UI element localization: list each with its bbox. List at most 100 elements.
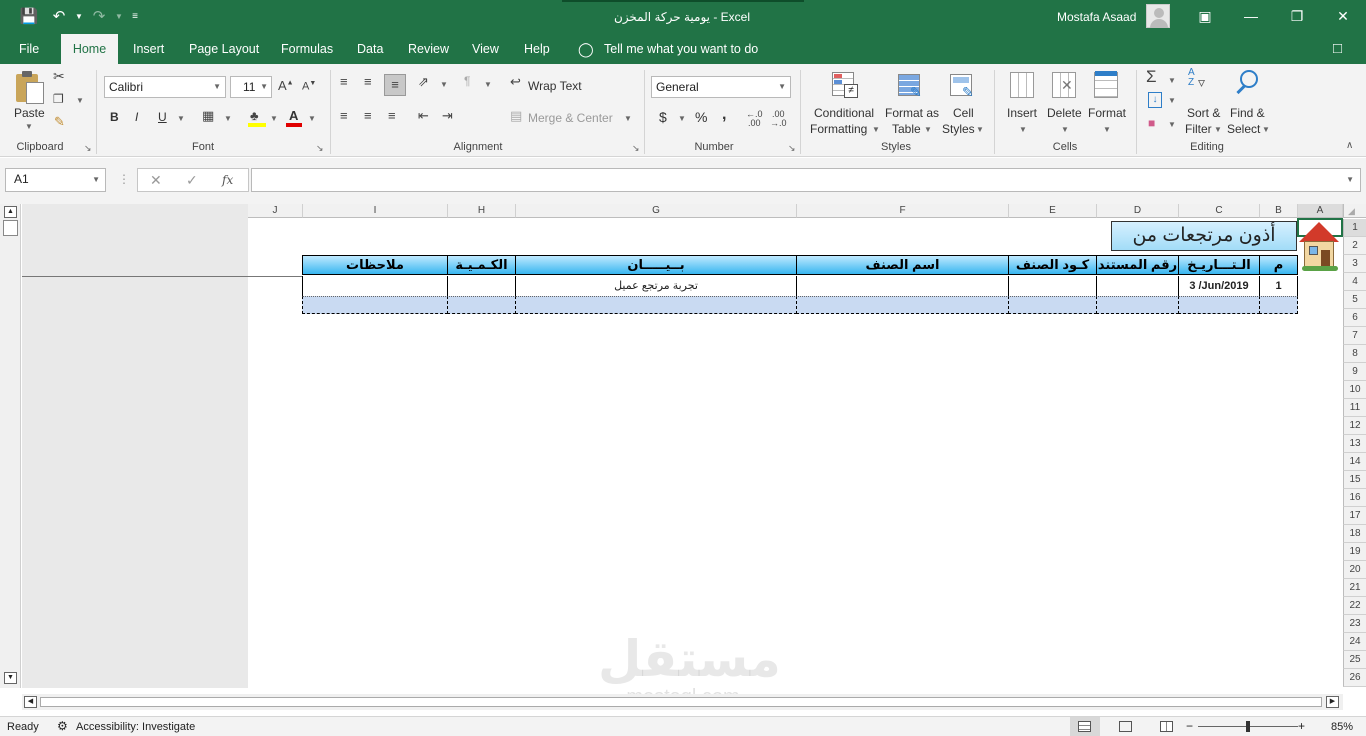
borders-icon[interactable]: ▦ (202, 108, 214, 124)
cell-desc-r5[interactable] (515, 296, 797, 314)
tab-review[interactable]: Review (398, 34, 459, 64)
align-bottom-icon[interactable]: ≡ (384, 74, 406, 96)
column-header-b[interactable]: B (1260, 204, 1298, 218)
page-break-view-icon[interactable] (1160, 721, 1173, 732)
row-header-15[interactable]: 15 (1343, 471, 1366, 489)
increase-decimal-icon[interactable]: ←.0.00 (746, 110, 763, 128)
font-size-dropdown-icon[interactable]: ▼ (260, 77, 268, 97)
comments-icon[interactable]: □ (1333, 40, 1342, 57)
cell-item-code-r5[interactable] (1008, 296, 1097, 314)
format-cells-dropdown-icon[interactable]: ▼ (1103, 125, 1111, 134)
formula-input[interactable]: ▼ (251, 168, 1361, 192)
cut-icon[interactable]: ✂ (53, 68, 65, 85)
cell-styles-dropdown-icon[interactable]: ▼ (976, 125, 984, 134)
column-header-h[interactable]: H (448, 204, 516, 218)
undo-dropdown-icon[interactable]: ▼ (68, 7, 90, 27)
cell-item-name-r4[interactable] (796, 276, 1009, 296)
cell-styles-button[interactable]: Cell (953, 106, 974, 120)
orientation-icon[interactable]: ⇗ (418, 74, 429, 90)
zoom-level[interactable]: 85% (1331, 721, 1353, 733)
autosum-icon[interactable]: Σ (1146, 67, 1157, 87)
underline-button[interactable]: U (158, 110, 167, 124)
normal-view-icon[interactable] (1070, 717, 1100, 736)
row-header-4[interactable]: 4 (1343, 273, 1366, 291)
conditional-formatting-button[interactable]: Conditional (814, 106, 874, 120)
house-icon[interactable] (1296, 218, 1342, 274)
format-as-table-dropdown-icon[interactable]: ▼ (924, 125, 932, 134)
conditional-formatting-icon[interactable]: ≠ (832, 70, 860, 100)
row-header-19[interactable]: 19 (1343, 543, 1366, 561)
orientation-dropdown-icon[interactable]: ▼ (440, 80, 448, 89)
find-select-icon[interactable] (1234, 70, 1262, 98)
font-launcher-icon[interactable]: ↘ (316, 143, 324, 154)
cell-no-r4[interactable]: 1 (1259, 276, 1298, 296)
conditional-formatting-dropdown-icon[interactable]: ▼ (872, 125, 880, 134)
align-right-icon[interactable]: ≡ (388, 108, 396, 123)
cell-doc-no-r4[interactable] (1096, 276, 1179, 296)
scroll-left-icon[interactable]: ◀ (24, 696, 37, 708)
tell-me-search[interactable]: Tell me what you want to do (594, 34, 768, 64)
decrease-decimal-icon[interactable]: .00 →.0 (770, 110, 787, 128)
column-header-c[interactable]: C (1179, 204, 1260, 218)
merge-dropdown-icon[interactable]: ▼ (624, 114, 632, 123)
percent-button[interactable]: % (695, 109, 707, 125)
avatar[interactable] (1146, 4, 1170, 28)
column-header-i[interactable]: I (303, 204, 448, 218)
column-header-a[interactable]: A (1298, 204, 1343, 218)
tab-page-layout[interactable]: Page Layout (179, 34, 269, 64)
header-desc[interactable]: بــيـــــان (515, 255, 797, 275)
clipboard-launcher-icon[interactable]: ↘ (84, 143, 92, 154)
insert-cells-button[interactable]: Insert (1007, 106, 1037, 120)
column-header-j[interactable]: J (248, 204, 303, 218)
format-cells-icon[interactable] (1094, 71, 1118, 98)
delete-cells-button[interactable]: Delete (1047, 106, 1082, 120)
cell-date-r5[interactable] (1178, 296, 1260, 314)
restore-icon[interactable]: ❐ (1274, 0, 1320, 34)
format-as-table-icon[interactable]: ✎ (898, 72, 924, 100)
paste-dropdown-icon[interactable]: ▼ (25, 122, 33, 131)
tab-help[interactable]: Help (514, 34, 560, 64)
row-header-5[interactable]: 5 (1343, 291, 1366, 309)
accessibility-icon[interactable]: ⚙ (57, 719, 68, 733)
row-header-3[interactable]: 3 (1343, 255, 1366, 273)
scroll-right-icon[interactable]: ▶ (1326, 696, 1339, 708)
zoom-slider-thumb[interactable] (1246, 721, 1250, 732)
comma-button[interactable]: , (722, 106, 726, 124)
sort-filter-icon[interactable]: AZ ▿ (1188, 68, 1216, 98)
font-size-box[interactable]: 11 ▼ (230, 76, 272, 98)
format-painter-icon[interactable]: ✎ (54, 114, 65, 130)
accessibility-status[interactable]: Accessibility: Investigate (76, 721, 195, 733)
row-header-20[interactable]: 20 (1343, 561, 1366, 579)
header-doc-no[interactable]: رقم المستند (1096, 255, 1179, 275)
format-as-table-button[interactable]: Format as (885, 106, 939, 120)
enter-icon[interactable]: ✓ (186, 172, 198, 189)
rtl-direction-icon[interactable]: ¶ (464, 74, 470, 88)
zoom-in-icon[interactable]: + (1298, 719, 1305, 733)
delete-cells-icon[interactable]: ✕ (1052, 72, 1076, 98)
tab-home[interactable]: Home (61, 34, 118, 64)
tab-file[interactable]: File (9, 34, 49, 64)
row-header-21[interactable]: 21 (1343, 579, 1366, 597)
cell-qty-r4[interactable] (447, 276, 516, 296)
paste-icon[interactable] (14, 70, 46, 106)
number-format-box[interactable]: General ▼ (651, 76, 791, 98)
insert-cells-icon[interactable] (1010, 72, 1034, 98)
cell-notes-r5[interactable] (302, 296, 448, 314)
align-left-icon[interactable]: ≡ (340, 108, 348, 123)
format-cells-button[interactable]: Format (1088, 106, 1126, 120)
header-date[interactable]: الـتـــاريـخ (1178, 255, 1260, 275)
tab-data[interactable]: Data (347, 34, 393, 64)
header-item-name[interactable]: اسم الصنف (796, 255, 1009, 275)
row-header-2[interactable]: 2 (1343, 237, 1366, 255)
cell-item-code-r4[interactable] (1008, 276, 1097, 296)
name-box[interactable]: A1 ▼ (5, 168, 106, 192)
scroll-down-icon[interactable]: ▼ (4, 672, 17, 684)
currency-button[interactable]: $ (659, 109, 667, 125)
sheet-banner[interactable]: أذون مرتجعات من (1111, 221, 1297, 251)
save-icon[interactable]: 💾 (18, 7, 40, 27)
header-no[interactable]: م (1259, 255, 1298, 275)
wrap-text-button[interactable]: Wrap Text (528, 79, 582, 93)
row-header-22[interactable]: 22 (1343, 597, 1366, 615)
cell-qty-r5[interactable] (447, 296, 516, 314)
insert-function-icon[interactable]: fx (222, 173, 233, 187)
